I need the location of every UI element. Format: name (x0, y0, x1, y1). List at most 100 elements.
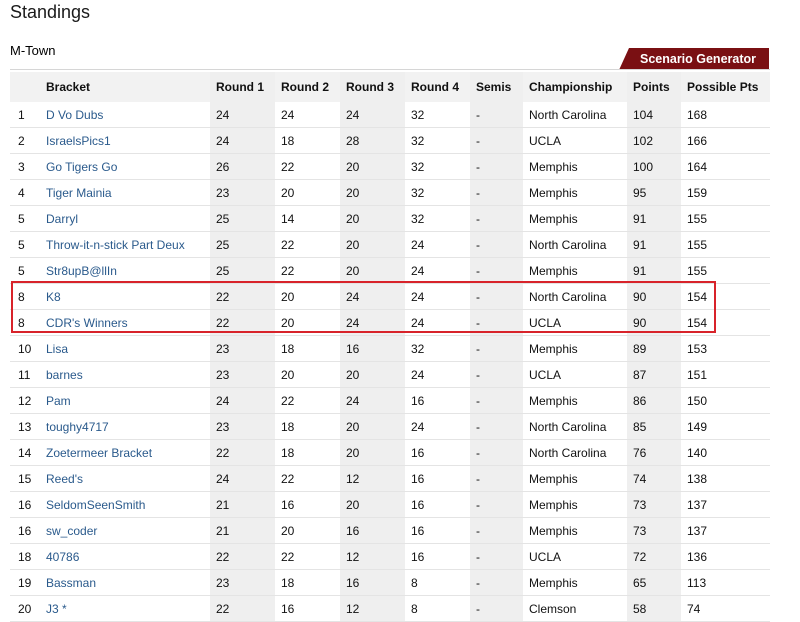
cell-possible-pts: 155 (681, 231, 770, 258)
cell-round-2: 18 (275, 413, 340, 440)
bracket-link[interactable]: CDR's Winners (46, 316, 128, 330)
table-row: 16 SeldomSeenSmith 21 16 20 16- Memphis 73 137 (10, 491, 770, 518)
cell-points: 90 (627, 309, 681, 336)
header-semis[interactable]: Semis (470, 72, 523, 102)
cell-points: 91 (627, 231, 681, 258)
header-round-4[interactable]: Round 4 (405, 72, 470, 102)
cell-championship: Memphis (523, 153, 627, 180)
header-bracket[interactable]: Bracket (40, 72, 210, 102)
cell-possible-pts: 151 (681, 361, 770, 388)
bracket-link[interactable]: J3 * (46, 602, 67, 616)
cell-semis: - (470, 309, 523, 336)
cell-round-1: 23 (210, 361, 275, 388)
cell-rank: 19 (10, 569, 40, 596)
header-possible-pts[interactable]: Possible Pts (681, 72, 770, 102)
cell-round-2: 20 (275, 361, 340, 388)
bracket-link[interactable]: Str8upB@llIn (46, 264, 117, 278)
bracket-link[interactable]: Reed's (46, 472, 83, 486)
cell-bracket: CDR's Winners (40, 309, 210, 336)
cell-rank: 16 (10, 491, 40, 518)
cell-round-2: 20 (275, 179, 340, 206)
header-round-1[interactable]: Round 1 (210, 72, 275, 102)
cell-round-2: 22 (275, 231, 340, 258)
cell-rank: 3 (10, 153, 40, 180)
cell-championship: UCLA (523, 127, 627, 154)
bracket-link[interactable]: D Vo Dubs (46, 108, 103, 122)
cell-round-4: 32 (405, 127, 470, 154)
bracket-link[interactable]: Zoetermeer Bracket (46, 446, 152, 460)
bracket-link[interactable]: Pam (46, 394, 71, 408)
cell-bracket: J3 * (40, 595, 210, 622)
cell-rank: 12 (10, 387, 40, 414)
cell-round-3: 24 (340, 283, 405, 310)
table-row: 1D Vo Dubs 24 24 24 32- North Carolina 104 168 (10, 102, 770, 128)
header-round-3[interactable]: Round 3 (340, 72, 405, 102)
cell-championship: UCLA (523, 361, 627, 388)
cell-round-3: 28 (340, 127, 405, 154)
cell-points: 72 (627, 543, 681, 570)
bracket-link[interactable]: toughy4717 (46, 420, 109, 434)
cell-championship: Memphis (523, 465, 627, 492)
bracket-link[interactable]: Bassman (46, 576, 96, 590)
cell-points: 87 (627, 361, 681, 388)
header-championship[interactable]: Championship (523, 72, 627, 102)
cell-rank: 13 (10, 413, 40, 440)
bracket-link[interactable]: Darryl (46, 212, 78, 226)
table-row: 13 toughy4717 23 18 20 24- North Carolina 85 149 (10, 413, 770, 440)
cell-round-4: 24 (405, 283, 470, 310)
table-row: 2 IsraelsPics1 24 18 28 32- UCLA 102 166 (10, 127, 770, 154)
cell-semis: - (470, 465, 523, 492)
bracket-link[interactable]: sw_coder (46, 524, 97, 538)
cell-round-2: 14 (275, 205, 340, 232)
cell-round-3: 12 (340, 465, 405, 492)
cell-points: 104 (627, 102, 681, 128)
table-row: 19 Bassman 23 18 16 8- Memphis 65 113 (10, 569, 770, 596)
cell-round-1: 23 (210, 335, 275, 362)
bracket-link[interactable]: Go Tigers Go (46, 160, 117, 174)
cell-round-2: 20 (275, 283, 340, 310)
cell-round-3: 20 (340, 205, 405, 232)
table-row: 5 Darryl 25 14 20 32- Memphis 91 155 (10, 205, 770, 232)
bracket-link[interactable]: IsraelsPics1 (46, 134, 111, 148)
cell-rank: 16 (10, 517, 40, 544)
cell-semis: - (470, 102, 523, 128)
cell-round-2: 18 (275, 569, 340, 596)
cell-bracket: toughy4717 (40, 413, 210, 440)
cell-round-1: 25 (210, 205, 275, 232)
cell-championship: Memphis (523, 491, 627, 518)
cell-round-4: 24 (405, 309, 470, 336)
cell-points: 76 (627, 439, 681, 466)
cell-championship: North Carolina (523, 102, 627, 128)
cell-round-4: 32 (405, 335, 470, 362)
cell-semis: - (470, 569, 523, 596)
cell-bracket: Lisa (40, 335, 210, 362)
table-row: 5 Throw-it-n-stick Part Deux 25 22 20 24- Nort… (10, 231, 770, 258)
table-row: 10 Lisa 23 18 16 32- Memphis 89 153 (10, 335, 770, 362)
scenario-generator-label: Scenario Generator (639, 52, 756, 66)
bracket-link[interactable]: 40786 (46, 550, 79, 564)
cell-round-1: 23 (210, 413, 275, 440)
bracket-link[interactable]: Throw-it-n-stick Part Deux (46, 238, 185, 252)
cell-round-1: 24 (210, 465, 275, 492)
bracket-link[interactable]: Lisa (46, 342, 68, 356)
cell-bracket: K8 (40, 283, 210, 310)
bracket-link[interactable]: barnes (46, 368, 83, 382)
cell-possible-pts: 150 (681, 387, 770, 414)
bracket-link[interactable]: K8 (46, 290, 61, 304)
cell-round-3: 24 (340, 309, 405, 336)
cell-round-1: 21 (210, 491, 275, 518)
cell-possible-pts: 154 (681, 309, 770, 336)
cell-rank: 5 (10, 205, 40, 232)
cell-round-2: 18 (275, 127, 340, 154)
scenario-generator-button[interactable]: Scenario Generator (619, 48, 769, 70)
cell-round-1: 25 (210, 257, 275, 284)
cell-possible-pts: 138 (681, 465, 770, 492)
bracket-link[interactable]: Tiger Mainia (46, 186, 112, 200)
cell-round-4: 32 (405, 102, 470, 128)
cell-possible-pts: 166 (681, 127, 770, 154)
bracket-link[interactable]: SeldomSeenSmith (46, 498, 145, 512)
cell-points: 100 (627, 153, 681, 180)
cell-round-4: 24 (405, 231, 470, 258)
header-points[interactable]: Points (627, 72, 681, 102)
header-round-2[interactable]: Round 2 (275, 72, 340, 102)
